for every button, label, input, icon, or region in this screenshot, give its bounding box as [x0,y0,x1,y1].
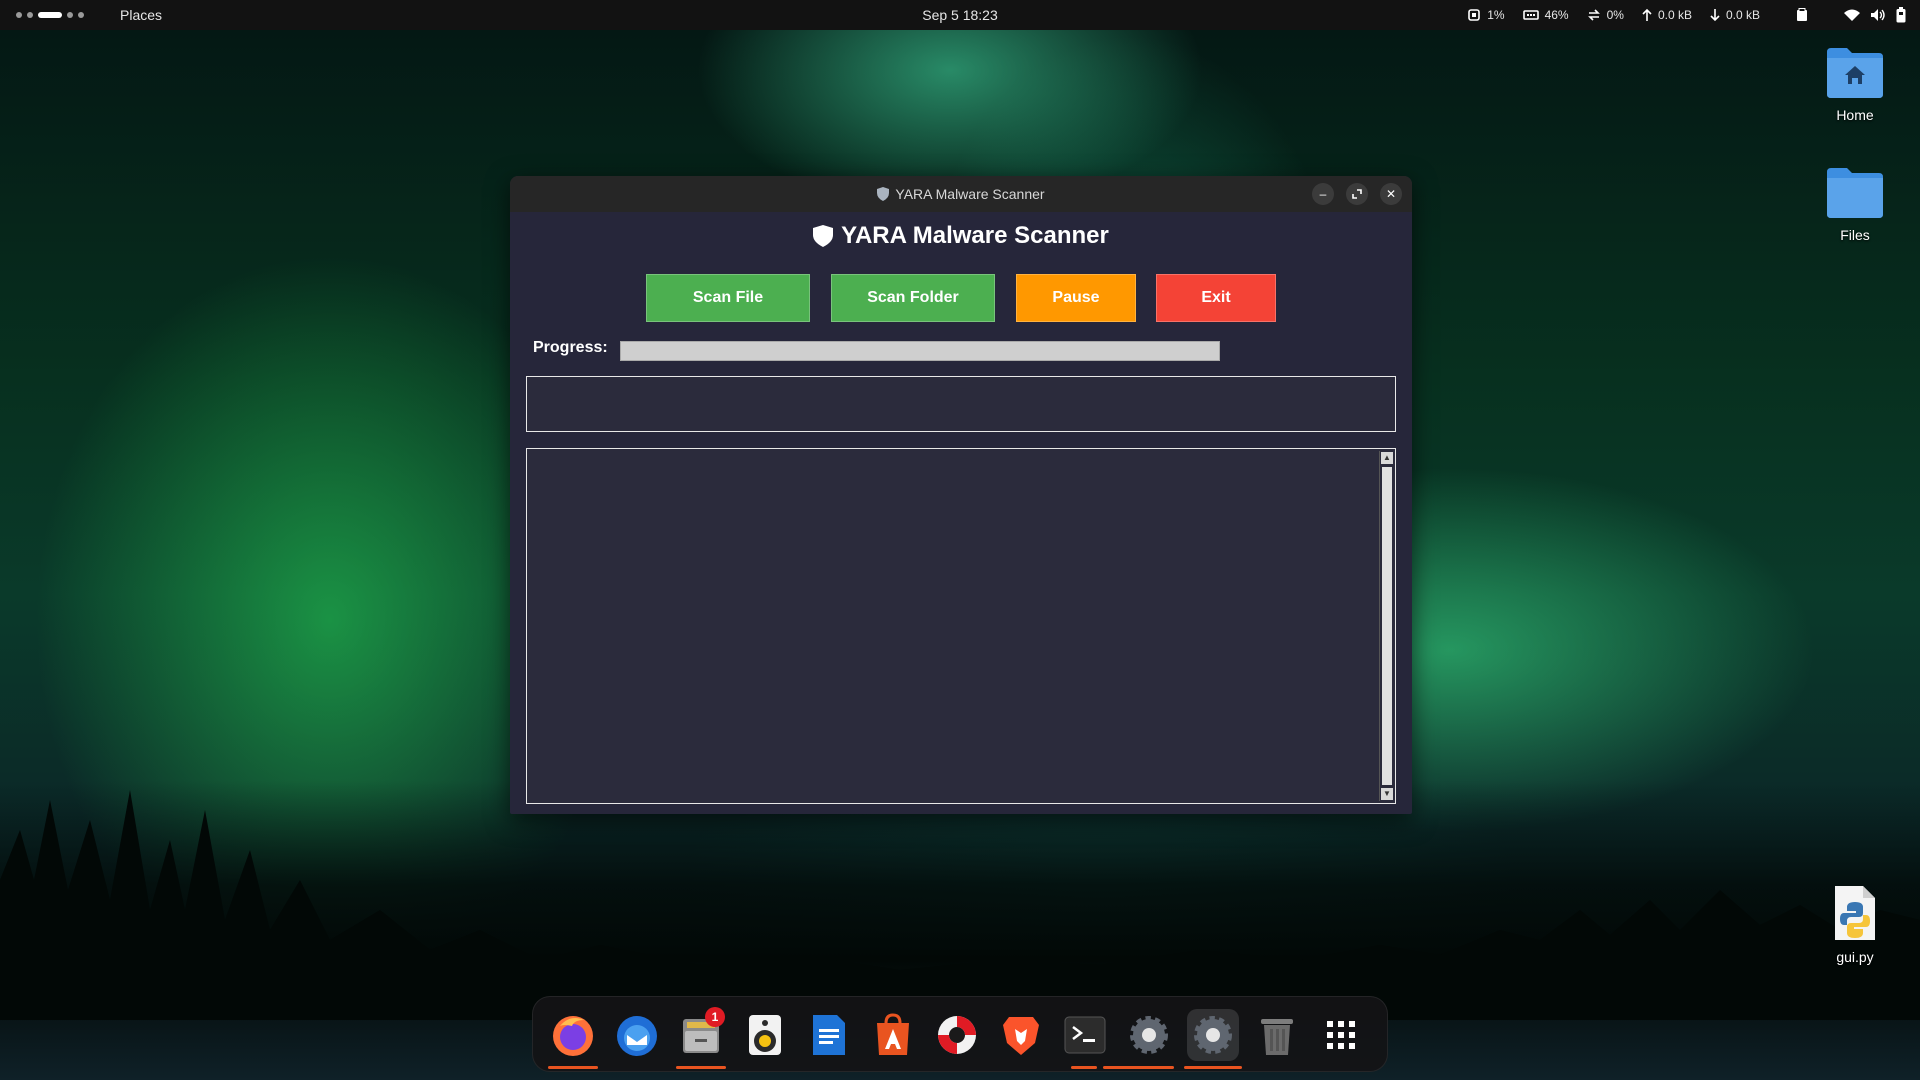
maximize-button[interactable] [1346,183,1368,205]
dock-item-writer[interactable] [803,1009,855,1061]
python-file-icon [1835,886,1875,940]
desktop-icon-label: gui.py [1836,949,1874,965]
scroll-down-icon[interactable]: ▼ [1381,788,1393,800]
pause-button[interactable]: Pause [1016,274,1136,322]
notification-badge: 1 [705,1007,725,1027]
system-indicators[interactable]: 1% 46% 0% 0.0 kB 0.0 kB [1467,0,1920,30]
dock-item-settings[interactable] [1123,1009,1175,1069]
upload-arrow-icon [1642,8,1652,21]
dock-item-thunderbird[interactable] [611,1009,663,1061]
wifi-icon[interactable] [1844,9,1860,21]
running-indicator [1184,1066,1242,1069]
window-titlebar[interactable]: YARA Malware Scanner – ✕ [510,176,1412,212]
folder-icon [1827,168,1883,218]
volume-icon[interactable] [1870,8,1886,22]
battery-icon[interactable] [1896,7,1906,23]
top-panel: Places Sep 5 18:23 1% 46% 0% 0.0 kB 0.0 … [0,0,1920,30]
running-indicator [1071,1066,1097,1069]
gear-icon [1194,1016,1232,1054]
workspace-dot[interactable] [67,12,73,18]
progress-bar [620,341,1220,361]
maximize-icon [1352,189,1362,199]
scroll-thumb[interactable] [1382,467,1392,785]
app-center-icon [877,1013,909,1055]
desktop-icon-label: Home [1836,107,1874,123]
close-icon: ✕ [1385,187,1397,201]
scroll-up-icon[interactable]: ▲ [1381,452,1393,464]
status-display [526,376,1396,432]
dock-item-show-apps[interactable] [1315,1009,1367,1061]
desktop-icon-files[interactable]: Files [1810,164,1900,243]
download-arrow-icon [1710,9,1720,22]
log-scrollbar[interactable]: ▲ ▼ [1379,451,1393,801]
scan-log-textarea[interactable]: ▲ ▼ [526,448,1396,804]
dock-item-trash[interactable] [1251,1009,1303,1061]
workspace-dot[interactable] [78,12,84,18]
document-writer-icon [813,1015,845,1055]
exit-button[interactable]: Exit [1156,274,1276,322]
yara-scanner-window: YARA Malware Scanner – ✕ YARA Malware Sc… [510,176,1412,814]
home-folder-icon [1827,48,1883,98]
scan-folder-button[interactable]: Scan Folder [831,274,995,322]
desktop-icon-gui-py[interactable]: gui.py [1810,884,1900,965]
running-indicator [676,1066,726,1069]
scan-file-button[interactable]: Scan File [646,274,810,322]
gear-icon [1130,1016,1168,1054]
dock-item-brave[interactable] [995,1009,1047,1061]
workspace-dot[interactable] [16,12,22,18]
app-grid-icon [1327,1021,1355,1049]
memory-usage: 46% [1544,8,1569,22]
dock-item-files[interactable]: 1 [675,1007,727,1069]
firefox-icon [553,1016,593,1056]
desktop-icon-label: Files [1840,227,1870,243]
dock-item-python-app[interactable] [1184,1009,1242,1069]
upload-speed: 0.0 kB [1657,8,1692,22]
minimize-icon: – [1319,187,1327,201]
speaker-icon [749,1015,781,1055]
clipboard-icon[interactable] [1796,8,1808,22]
cpu-icon [1468,9,1481,21]
dock-item-rhythmbox[interactable] [739,1009,791,1061]
running-indicator [1124,1066,1174,1069]
terminal-icon [1064,1016,1106,1054]
thunderbird-icon [617,1016,657,1056]
clock[interactable]: Sep 5 18:23 [922,7,998,23]
dock-item-terminal[interactable] [1059,1009,1129,1069]
workspace-dot-active[interactable] [38,12,62,18]
minimize-button[interactable]: – [1312,183,1334,205]
progress-label: Progress: [533,339,608,356]
places-menu[interactable]: Places [120,7,162,23]
cpu-usage: 1% [1487,8,1505,22]
workspace-dot[interactable] [27,12,33,18]
dock: 1 [532,996,1388,1072]
swap-icon [1587,9,1600,21]
workspace-indicator[interactable] [16,12,84,18]
swap-usage: 0% [1606,8,1624,22]
running-indicator [548,1066,598,1069]
window-title: YARA Malware Scanner [895,186,1045,202]
brave-lion-icon [1003,1017,1039,1055]
page-title: YARA Malware Scanner [841,222,1109,249]
dock-item-firefox[interactable] [547,1009,599,1069]
trash-icon [1261,1019,1293,1055]
lifebuoy-icon [938,1016,976,1054]
close-button[interactable]: ✕ [1380,183,1402,205]
dock-item-app-center[interactable] [867,1009,919,1061]
desktop-icon-home[interactable]: Home [1810,44,1900,123]
memory-icon [1522,10,1539,20]
shield-icon [813,225,834,247]
dock-item-help[interactable] [931,1009,983,1061]
shield-icon [877,187,890,201]
app-heading: YARA Malware Scanner [510,222,1412,250]
download-speed: 0.0 kB [1725,8,1760,22]
